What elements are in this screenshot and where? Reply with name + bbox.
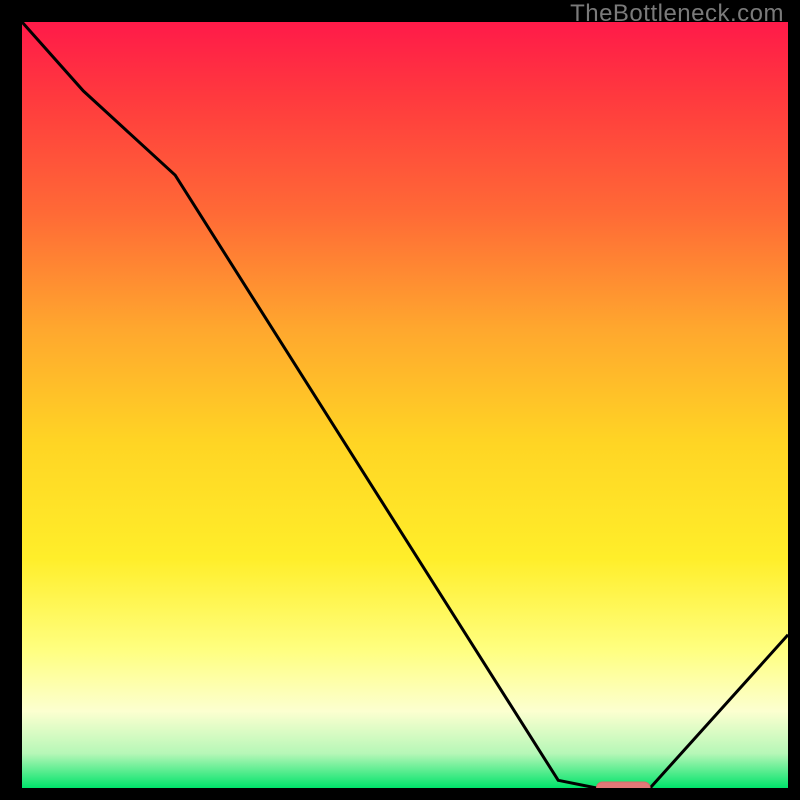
chart-stage: TheBottleneck.com	[0, 0, 800, 800]
bottleneck-chart	[22, 22, 788, 788]
plot-background	[22, 22, 788, 788]
optimal-zone-marker	[597, 782, 651, 788]
